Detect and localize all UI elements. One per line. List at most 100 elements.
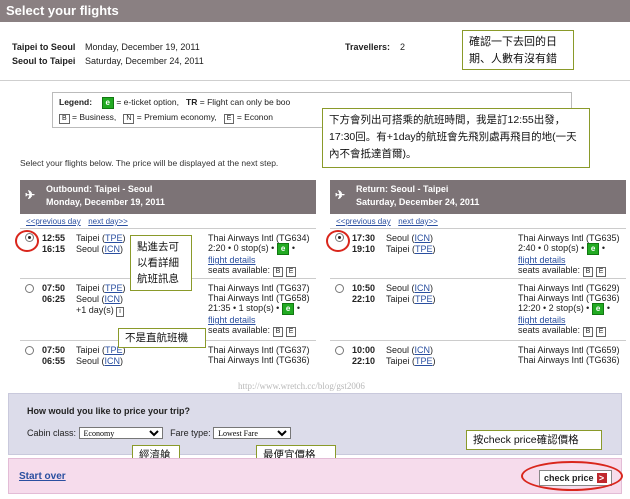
start-over-link[interactable]: Start over bbox=[19, 471, 66, 482]
airport-link[interactable]: ICN bbox=[415, 283, 431, 293]
business-badge-icon: B bbox=[59, 114, 70, 124]
flight-duration: 21:35 • 1 stop(s) • bbox=[208, 303, 280, 313]
cabin-class-label: Cabin class: bbox=[27, 428, 77, 438]
cabin-class-select[interactable]: Economy bbox=[78, 427, 163, 439]
dep-time: 10:00 bbox=[352, 345, 376, 355]
seats-label: seats available: bbox=[208, 325, 271, 335]
annotation-confirm: 確認一下去回的日期、人數有沒有錯 bbox=[462, 30, 574, 70]
airline: Thai Airways Intl (TG658) bbox=[208, 293, 310, 303]
arr-time: 22:10 bbox=[352, 294, 376, 304]
instructions-text: Select your flights below. The price wil… bbox=[20, 158, 279, 168]
economy-class-icon: E bbox=[595, 327, 607, 337]
outbound-route: Taipei to Seoul bbox=[12, 42, 76, 52]
plus-day-label: +1 day(s) bbox=[76, 305, 114, 315]
legend-tr-text: = Flight can only be boo bbox=[199, 97, 291, 107]
flight-duration: 2:40 • 0 stop(s) • bbox=[518, 243, 585, 253]
outbound-next-day-link[interactable]: next day>> bbox=[88, 217, 128, 226]
arr-time: 22:10 bbox=[352, 356, 376, 366]
flight-duration: 2:20 • 0 stop(s) • bbox=[208, 243, 275, 253]
business-class-icon: B bbox=[582, 327, 594, 337]
airport-link[interactable]: ICN bbox=[105, 356, 121, 366]
outbound-flight-radio-3[interactable] bbox=[25, 346, 34, 355]
legend-tr: TR bbox=[186, 97, 198, 107]
airline: Thai Airways Intl (TG634) bbox=[208, 233, 310, 243]
airline: Thai Airways Intl (TG636) bbox=[518, 293, 620, 303]
eticket-badge-icon: e bbox=[586, 243, 600, 255]
airport-link[interactable]: ICN bbox=[415, 233, 431, 243]
eticket-badge-icon: e bbox=[101, 97, 114, 109]
arr-time: 16:15 bbox=[42, 244, 66, 254]
flight-row[interactable]: 10:00 22:10 Seoul (ICN) Taipei (TPE) Tha… bbox=[330, 340, 626, 370]
fare-type-label: Fare type: bbox=[170, 428, 211, 438]
plane-arrival-icon: ✈ bbox=[335, 188, 346, 202]
annotation-check: 按check price確認價格 bbox=[466, 430, 602, 450]
highlight-circle bbox=[326, 230, 350, 252]
return-previous-day-link[interactable]: <<previous day bbox=[336, 217, 391, 226]
airline: Thai Airways Intl (TG629) bbox=[518, 283, 620, 293]
travellers-label: Travellers: bbox=[345, 42, 391, 52]
business-class-icon: B bbox=[582, 267, 594, 277]
seats-label: seats available: bbox=[518, 325, 581, 335]
pricing-question: How would you like to price your trip? bbox=[27, 406, 191, 416]
airline: Thai Airways Intl (TG637) bbox=[208, 283, 310, 293]
eticket-badge-icon: e bbox=[591, 303, 605, 315]
return-flight-radio-3[interactable] bbox=[335, 346, 344, 355]
divider bbox=[0, 80, 630, 81]
airport-link[interactable]: TPE bbox=[415, 356, 433, 366]
page-header: Select your flights bbox=[0, 0, 630, 22]
premium-badge-icon: N bbox=[123, 114, 135, 124]
legend-title: Legend: bbox=[59, 97, 93, 107]
business-class-icon: B bbox=[272, 267, 284, 277]
annotation-details: 點進去可以看詳細航班訊息 bbox=[130, 235, 192, 291]
airport-link[interactable]: TPE bbox=[105, 283, 123, 293]
arr-time: 19:10 bbox=[352, 244, 376, 254]
watermark: http://www.wretch.cc/blog/gst2006 bbox=[238, 381, 365, 391]
eticket-badge-icon: e bbox=[281, 303, 295, 315]
airport-link[interactable]: ICN bbox=[415, 345, 431, 355]
airport-link[interactable]: ICN bbox=[105, 294, 121, 304]
outbound-title: Outbound: Taipei - Seoul bbox=[46, 184, 153, 194]
annotation-nonstop: 不是直航班機 bbox=[118, 328, 206, 348]
plane-departure-icon: ✈ bbox=[25, 188, 36, 202]
airport-link[interactable]: ICN bbox=[105, 244, 121, 254]
flight-details-link[interactable]: flight details bbox=[518, 255, 620, 265]
airline: Thai Airways Intl (TG635) bbox=[518, 233, 620, 243]
dep-time: 12:55 bbox=[42, 233, 66, 243]
flight-duration: 12:20 • 2 stop(s) • bbox=[518, 303, 590, 313]
dep-time: 17:30 bbox=[352, 233, 376, 243]
flight-row[interactable]: 10:50 22:10 Seoul (ICN) Taipei (TPE) Tha… bbox=[330, 278, 626, 340]
dep-time: 07:50 bbox=[42, 283, 66, 293]
economy-class-icon: E bbox=[285, 267, 297, 277]
airport-link[interactable]: TPE bbox=[415, 294, 433, 304]
airport-link[interactable]: TPE bbox=[415, 244, 433, 254]
flight-row[interactable]: 17:30 19:10 Seoul (ICN) Taipei (TPE) Tha… bbox=[330, 228, 626, 278]
economy-class-icon: E bbox=[285, 327, 297, 337]
seats-label: seats available: bbox=[518, 265, 581, 275]
flight-details-link[interactable]: flight details bbox=[518, 315, 620, 325]
legend-premium-text: = Premium economy, bbox=[136, 112, 217, 122]
page-title: Select your flights bbox=[6, 3, 119, 18]
return-title: Return: Seoul - Taipei bbox=[356, 184, 449, 194]
outbound-flight-radio-2[interactable] bbox=[25, 284, 34, 293]
dep-time: 10:50 bbox=[352, 283, 376, 293]
outbound-date: Monday, December 19, 2011 bbox=[85, 42, 200, 52]
airline: Thai Airways Intl (TG637) bbox=[208, 345, 310, 355]
return-flight-radio-2[interactable] bbox=[335, 284, 344, 293]
business-class-icon: B bbox=[272, 327, 284, 337]
fare-type-select[interactable]: Lowest Fare bbox=[213, 427, 292, 439]
arr-time: 06:55 bbox=[42, 356, 66, 366]
outbound-previous-day-link[interactable]: <<previous day bbox=[26, 217, 81, 226]
outbound-header-date: Monday, December 19, 2011 bbox=[46, 197, 165, 207]
return-next-day-link[interactable]: next day>> bbox=[398, 217, 438, 226]
economy-class-icon: E bbox=[595, 267, 607, 277]
airline: Thai Airways Intl (TG636) bbox=[518, 355, 620, 365]
info-icon[interactable]: i bbox=[116, 307, 124, 317]
airport-link[interactable]: TPE bbox=[105, 233, 123, 243]
annotation-times: 下方會列出可搭乘的航班時間，我是訂12:55出發，17:30回。有+1day的航… bbox=[322, 108, 590, 168]
flight-details-link[interactable]: flight details bbox=[208, 315, 310, 325]
legend-business-text: = Business, bbox=[72, 112, 117, 122]
eticket-badge-icon: e bbox=[276, 243, 290, 255]
travellers-count: 2 bbox=[400, 42, 406, 52]
flight-details-link[interactable]: flight details bbox=[208, 255, 310, 265]
seats-label: seats available: bbox=[208, 265, 271, 275]
